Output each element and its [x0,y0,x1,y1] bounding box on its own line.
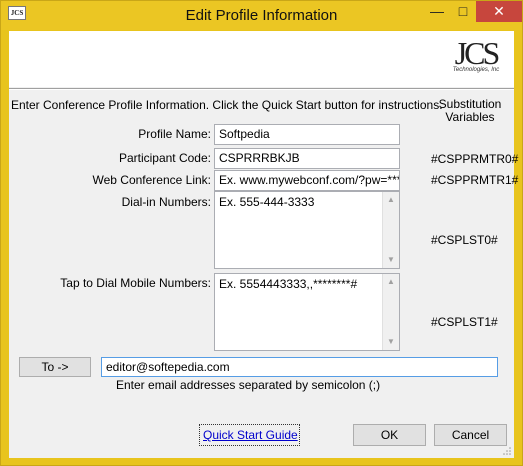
dial-in-scrollbar[interactable]: ▲ ▼ [382,192,399,268]
tap-to-dial-textarea[interactable]: Ex. 5554443333,,********# ▲ ▼ [214,273,400,351]
cancel-button[interactable]: Cancel [434,424,507,446]
web-conf-link-label: Web Conference Link: [92,173,211,187]
participant-code-label: Participant Code: [118,151,211,165]
maximize-button[interactable]: □ [450,1,476,22]
tap-to-dial-scrollbar[interactable]: ▲ ▼ [382,274,399,350]
participant-code-input[interactable]: CSPRRRBKJB [214,148,400,169]
scroll-down-arrow-icon[interactable]: ▼ [383,334,399,350]
close-button[interactable]: ✕ [476,1,522,22]
maximize-icon: □ [458,3,468,19]
header-banner: JCS Technologies, Inc [9,31,514,87]
profile-name-input[interactable]: Softpedia [214,124,400,145]
dial-in-textarea[interactable]: Ex. 555-444-3333 ▲ ▼ [214,191,400,269]
tap-to-dial-label: Tap to Dial Mobile Numbers: [60,276,211,290]
tap-to-dial-text: Ex. 5554443333,,********# [219,277,358,291]
title-bar[interactable]: JCS Edit Profile Information — □ ✕ [1,1,522,30]
dial-in-label: Dial-in Numbers: [121,195,211,209]
profile-name-label: Profile Name: [138,127,211,141]
minimize-icon: — [430,3,444,19]
resize-grip-icon[interactable] [502,446,512,456]
intro-text: Enter Conference Profile Information. Cl… [11,98,443,112]
logo-sub: Technologies, Inc [452,67,500,73]
substitution-header: Substitution Variables [438,97,502,124]
tap-to-dial-variable: #CSPLST1# [431,315,498,329]
company-logo: JCS Technologies, Inc [446,37,506,81]
quick-start-focus-outline [199,424,300,446]
header-divider-highlight [9,89,514,90]
minimize-button[interactable]: — [424,1,450,22]
edit-profile-window: JCS Edit Profile Information — □ ✕ JCS T… [0,0,523,466]
close-icon: ✕ [493,3,505,19]
dialog-client-area: JCS Technologies, Inc Enter Conference P… [9,31,518,458]
participant-code-variable: #CSPPRMTR0# [431,152,519,166]
to-email-hint: Enter email addresses separated by semic… [116,378,381,392]
dial-in-variable: #CSPLST0# [431,233,498,247]
scroll-up-arrow-icon[interactable]: ▲ [383,192,399,208]
to-button[interactable]: To -> [19,357,91,377]
ok-button[interactable]: OK [353,424,426,446]
logo-main: JCS [454,35,501,71]
dial-in-text: Ex. 555-444-3333 [219,195,315,209]
scroll-up-arrow-icon[interactable]: ▲ [383,274,399,290]
web-conf-link-input[interactable]: Ex. www.mywebconf.com/?pw=******** [214,170,400,191]
scroll-down-arrow-icon[interactable]: ▼ [383,252,399,268]
to-email-input[interactable]: editor@softepedia.com [101,357,498,377]
web-conf-link-variable: #CSPPRMTR1# [431,173,519,187]
